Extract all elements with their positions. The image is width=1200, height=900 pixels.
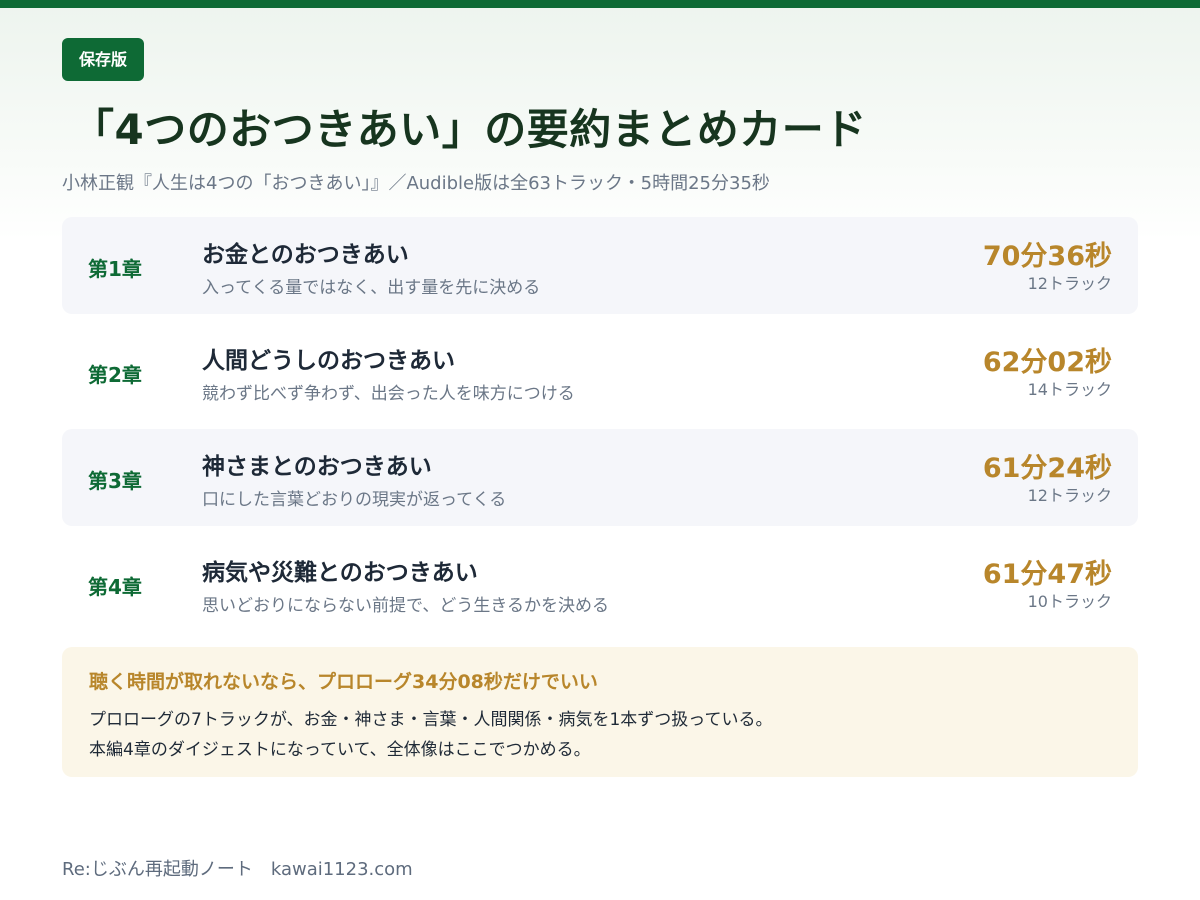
chapter-title: 神さまとのおつきあい <box>202 454 432 480</box>
chapter-duration: 62分02秒 <box>982 347 1112 378</box>
saved-edition-badge: 保存版 <box>62 38 145 81</box>
top-accent-bar <box>0 0 1200 8</box>
footer-site-url: kawai1123.com <box>270 859 413 880</box>
chapter-track-count: 12トラック <box>1027 274 1112 293</box>
chapter-track-count: 12トラック <box>1027 486 1112 505</box>
chapter-row-3: 第3章 神さまとのおつきあい 口にした言葉どおりの現実が返ってくる 61分24秒… <box>62 429 1138 526</box>
chapter-title: お金とのおつきあい <box>202 242 409 268</box>
tip-text-line: 本編4章のダイジェストになっていて、全体像はここでつかめる。 <box>89 740 591 760</box>
chapter-description: 口にした言葉どおりの現実が返ってくる <box>202 490 507 510</box>
prologue-tip-box: 聴く時間が取れないなら、プロローグ34分08秒だけでいい プロローグの7トラック… <box>62 647 1138 777</box>
tip-text-line: プロローグの7トラックが、お金・神さま・言葉・人間関係・病気を1本ずつ扱っている… <box>89 710 773 730</box>
footer-blog-name: Re:じぶん再起動ノート <box>62 859 253 880</box>
chapter-label: 第4章 <box>88 575 142 599</box>
chapter-label: 第2章 <box>88 363 142 387</box>
chapter-list: 第1章 お金とのおつきあい 入ってくる量ではなく、出す量を先に決める 70分36… <box>62 217 1138 641</box>
chapter-duration: 70分36秒 <box>982 241 1112 272</box>
chapter-track-count: 10トラック <box>1027 592 1112 611</box>
chapter-row-1: 第1章 お金とのおつきあい 入ってくる量ではなく、出す量を先に決める 70分36… <box>62 217 1138 314</box>
page-title: 「4つのおつきあい」の要約まとめカード <box>72 105 867 154</box>
chapter-label: 第1章 <box>88 257 142 281</box>
chapter-label: 第3章 <box>88 469 142 493</box>
chapter-row-2: 第2章 人間どうしのおつきあい 競わず比べず争わず、出会った人を味方につける 6… <box>62 323 1138 420</box>
chapter-track-count: 14トラック <box>1027 380 1112 399</box>
chapter-row-4: 第4章 病気や災難とのおつきあい 思いどおりにならない前提で、どう生きるかを決め… <box>62 535 1138 632</box>
chapter-duration: 61分47秒 <box>982 559 1112 590</box>
chapter-description: 競わず比べず争わず、出会った人を味方につける <box>202 384 575 404</box>
chapter-title: 病気や災難とのおつきあい <box>202 560 478 586</box>
footer-credit: Re:じぶん再起動ノート kawai1123.com <box>62 855 413 881</box>
page-subtitle: 小林正観『人生は4つの「おつきあい」』／Audible版は全63トラック・5時間… <box>62 173 770 194</box>
tip-title: 聴く時間が取れないなら、プロローグ34分08秒だけでいい <box>89 671 598 693</box>
chapter-description: 思いどおりにならない前提で、どう生きるかを決める <box>202 596 609 616</box>
chapter-description: 入ってくる量ではなく、出す量を先に決める <box>202 278 541 298</box>
chapter-title: 人間どうしのおつきあい <box>202 348 455 374</box>
chapter-duration: 61分24秒 <box>982 453 1112 484</box>
